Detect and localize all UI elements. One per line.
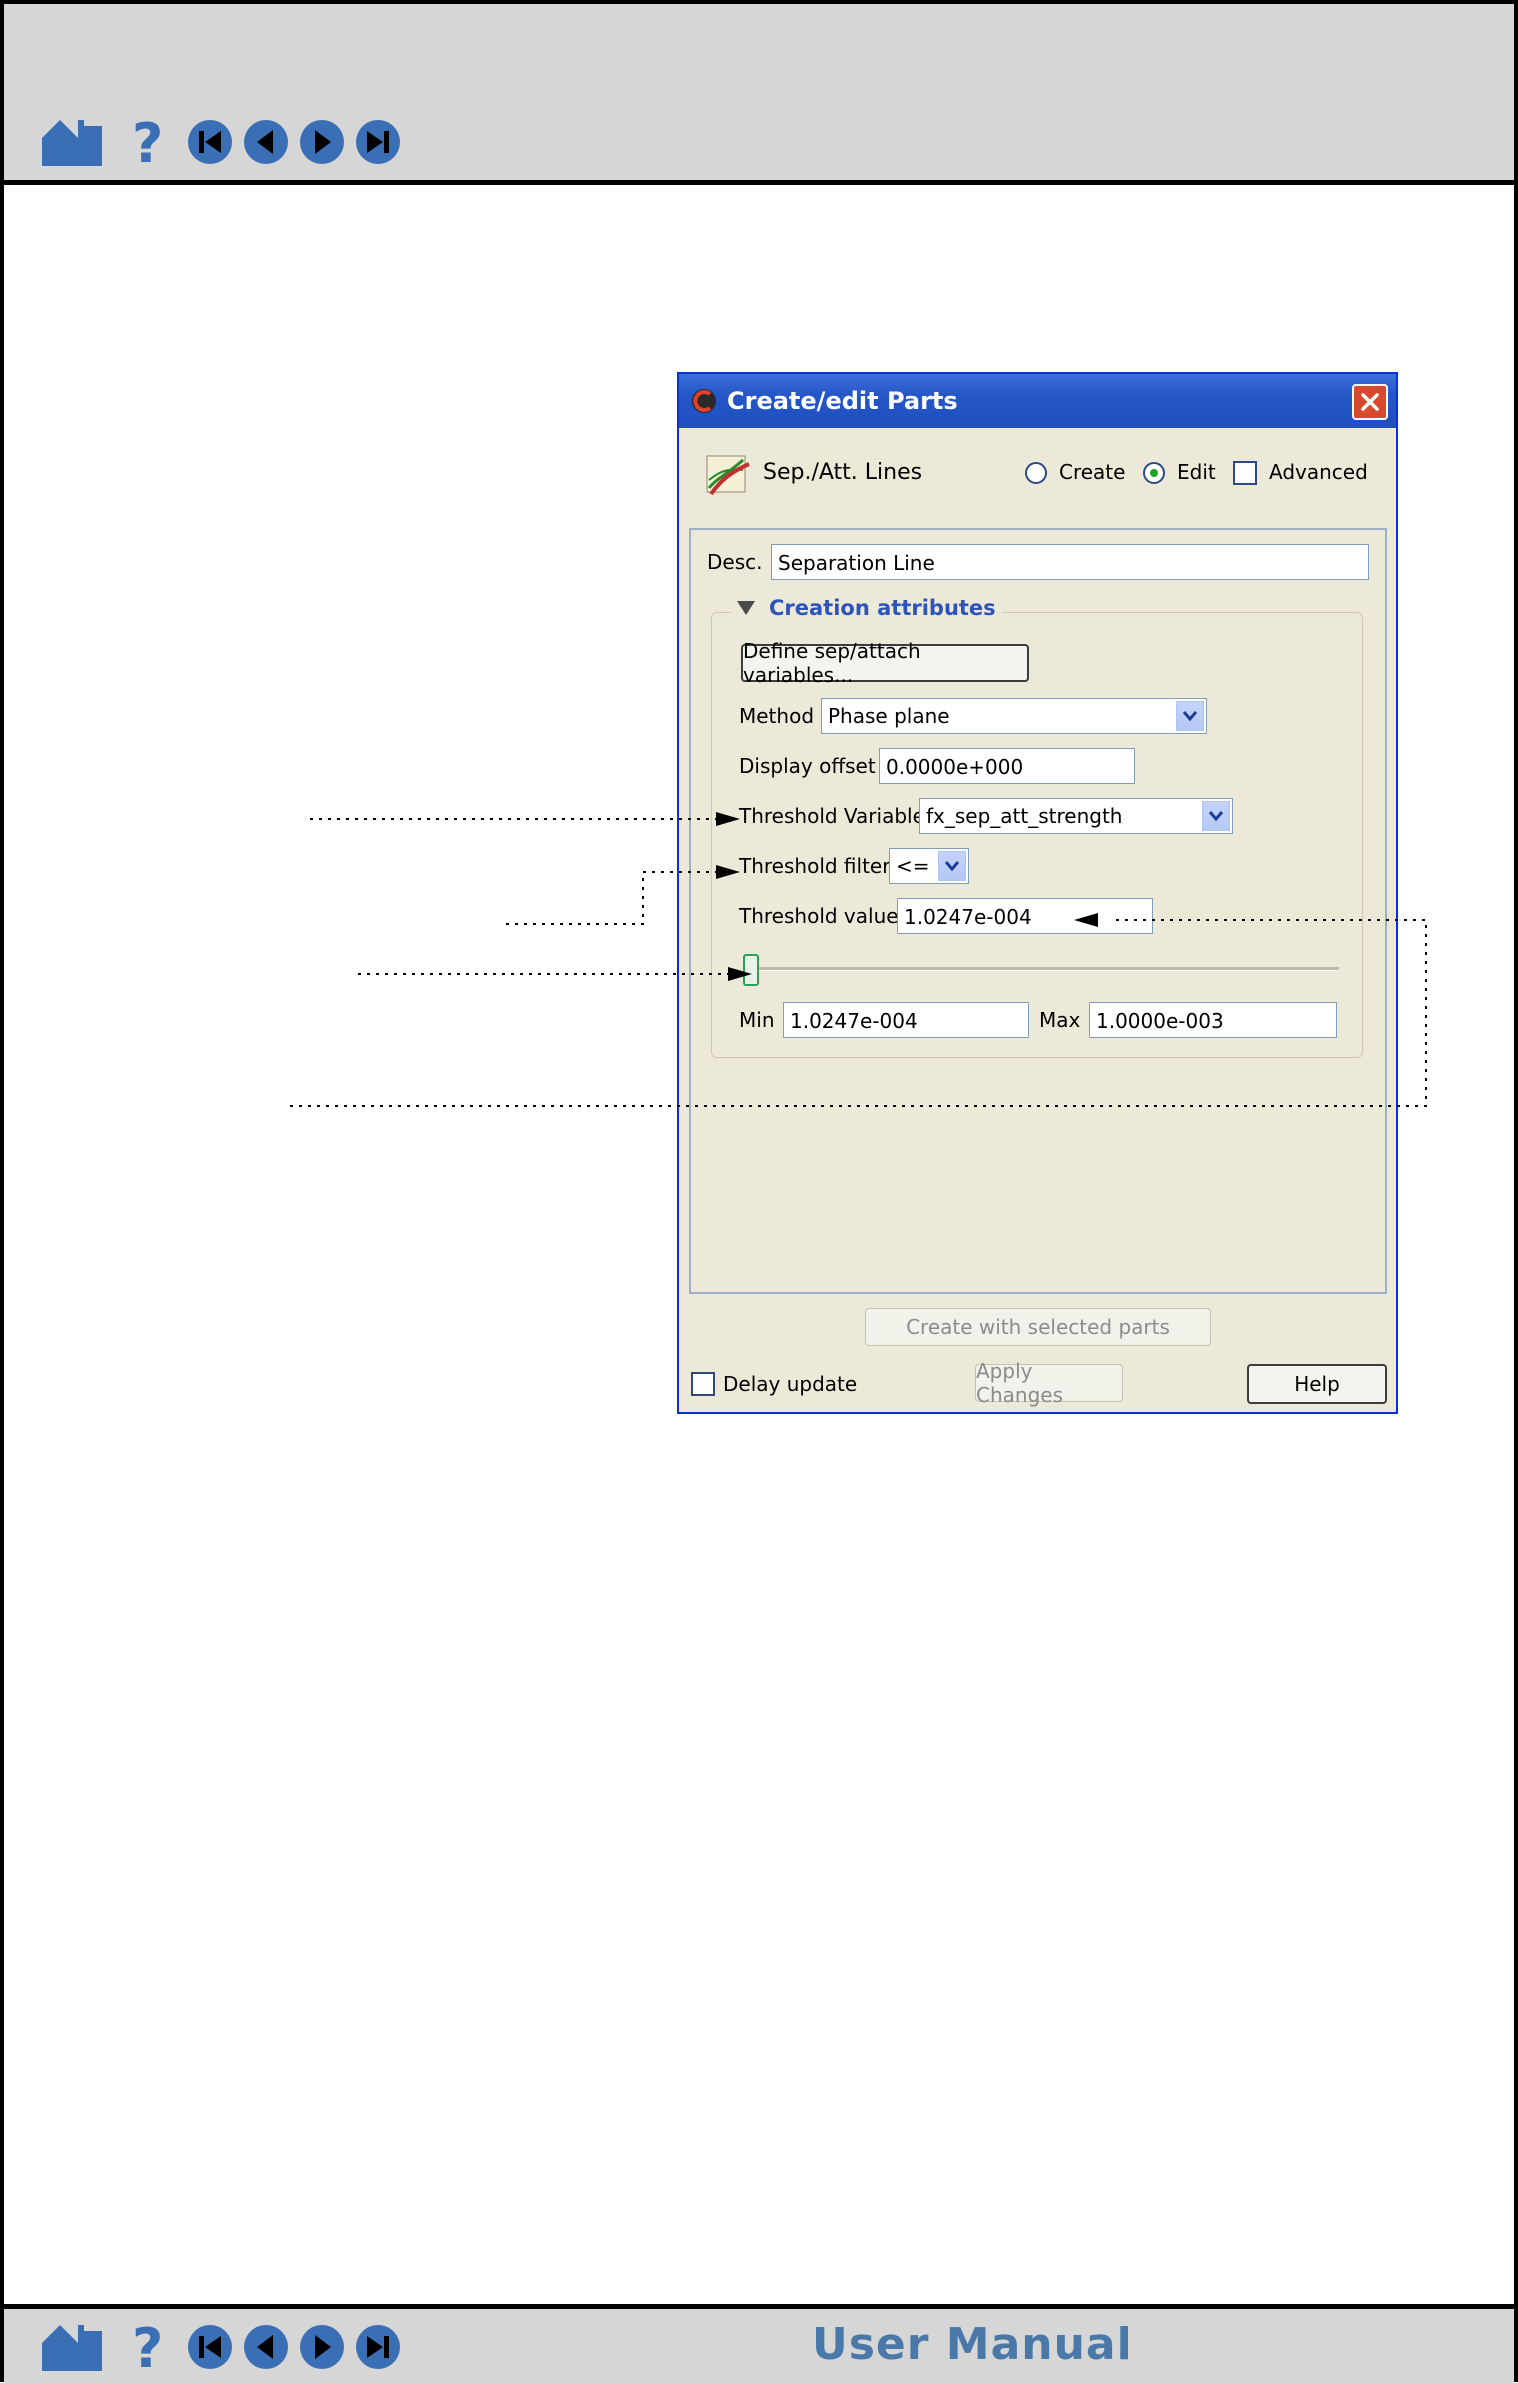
arrowhead-threshold-value (1074, 913, 1098, 927)
arrowhead-threshold-filter (716, 865, 740, 879)
last-page-icon[interactable] (354, 2323, 402, 2371)
manual-title: User Manual (812, 2319, 1133, 2370)
leader-threshold-filter (506, 871, 718, 925)
next-page-icon[interactable] (298, 2323, 346, 2371)
bottom-nav-bar: ? User Manual (4, 2304, 1514, 2383)
help-icon[interactable]: ? (128, 2317, 172, 2380)
svg-text:?: ? (132, 2319, 163, 2375)
bottom-nav-buttons: ? (40, 2317, 410, 2380)
arrowhead-slider (728, 967, 752, 981)
leader-threshold-value (290, 919, 1427, 1107)
arrowhead-threshold-variable (716, 812, 740, 826)
home-icon[interactable] (40, 2321, 104, 2373)
callout-leaders (290, 812, 1427, 1107)
previous-page-icon[interactable] (242, 2323, 290, 2371)
first-page-icon[interactable] (186, 2323, 234, 2371)
